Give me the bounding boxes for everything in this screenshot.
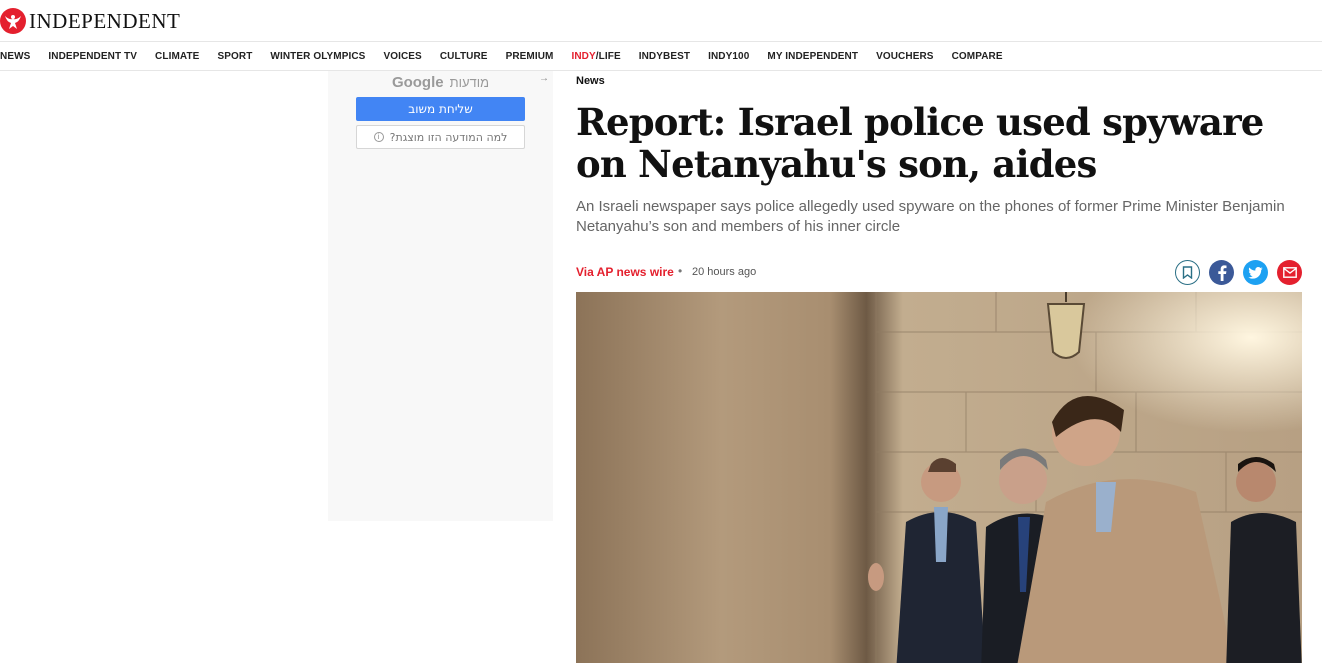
nav-item-voices[interactable]: VOICES — [383, 51, 421, 62]
facebook-icon[interactable] — [1209, 260, 1234, 285]
why-this-ad-button[interactable]: i ?למה המודעה הזו מוצגת — [356, 125, 525, 149]
byline-separator: • — [678, 264, 683, 278]
byline[interactable]: Via AP news wire — [576, 265, 674, 279]
why-this-ad-label: ?למה המודעה הזו מוצגת — [389, 130, 508, 144]
email-icon[interactable] — [1277, 260, 1302, 285]
article-hero-photo — [576, 292, 1302, 663]
standfirst: An Israeli newspaper says police alleged… — [576, 198, 1285, 235]
article: News Report: Israel police used spyware … — [576, 71, 1302, 663]
info-icon: i — [373, 132, 384, 142]
masthead: INDEPENDENT — [0, 0, 1322, 42]
nav-item-vouchers[interactable]: VOUCHERS — [876, 51, 933, 62]
timestamp: 20 hours ago — [692, 266, 757, 278]
nav-item-sport[interactable]: SPORT — [217, 51, 252, 62]
brand-name: INDEPENDENT — [29, 8, 181, 33]
nav-item-climate[interactable]: CLIMATE — [155, 51, 199, 62]
nav-item-premium[interactable]: PREMIUM — [506, 51, 554, 62]
twitter-icon[interactable] — [1243, 260, 1268, 285]
nav-item-my-independent[interactable]: MY INDEPENDENT — [767, 51, 858, 62]
ad-label: Google מודעות — [328, 74, 553, 91]
nav-item-indy-life[interactable]: INDY/LIFE — [571, 51, 620, 62]
main-navigation: NEWS INDEPENDENT TV CLIMATE SPORT WINTER… — [0, 43, 1322, 71]
nav-item-compare[interactable]: COMPARE — [952, 51, 1003, 62]
nav-item-indybest[interactable]: INDYBEST — [639, 51, 690, 62]
nav-item-indy-prefix: INDY — [571, 51, 596, 62]
send-feedback-button[interactable]: שליחת משוב — [356, 97, 525, 121]
bookmark-icon[interactable] — [1175, 260, 1200, 285]
nav-item-news[interactable]: NEWS — [0, 51, 30, 62]
section-tag[interactable]: News — [576, 75, 605, 87]
nav-item-indy100[interactable]: INDY100 — [708, 51, 749, 62]
nav-item-independent-tv[interactable]: INDEPENDENT TV — [48, 51, 137, 62]
nav-item-winter-olympics[interactable]: WINTER OLYMPICS — [270, 51, 365, 62]
ad-slot: → Google מודעות שליחת משוב i ?למה המודעה … — [328, 71, 553, 521]
google-label: Google — [391, 74, 444, 91]
nav-item-indy-suffix: /LIFE — [595, 51, 621, 62]
ads-label: מודעות — [449, 75, 490, 90]
byline-row: Via AP news wire • 20 hours ago — [576, 259, 1302, 287]
eagle-logo-icon — [0, 8, 26, 34]
headline: Report: Israel police used spyware on Ne… — [576, 100, 1264, 186]
independent-logo[interactable]: INDEPENDENT — [0, 7, 180, 35]
share-bar — [1166, 260, 1302, 285]
nav-item-culture[interactable]: CULTURE — [440, 51, 488, 62]
